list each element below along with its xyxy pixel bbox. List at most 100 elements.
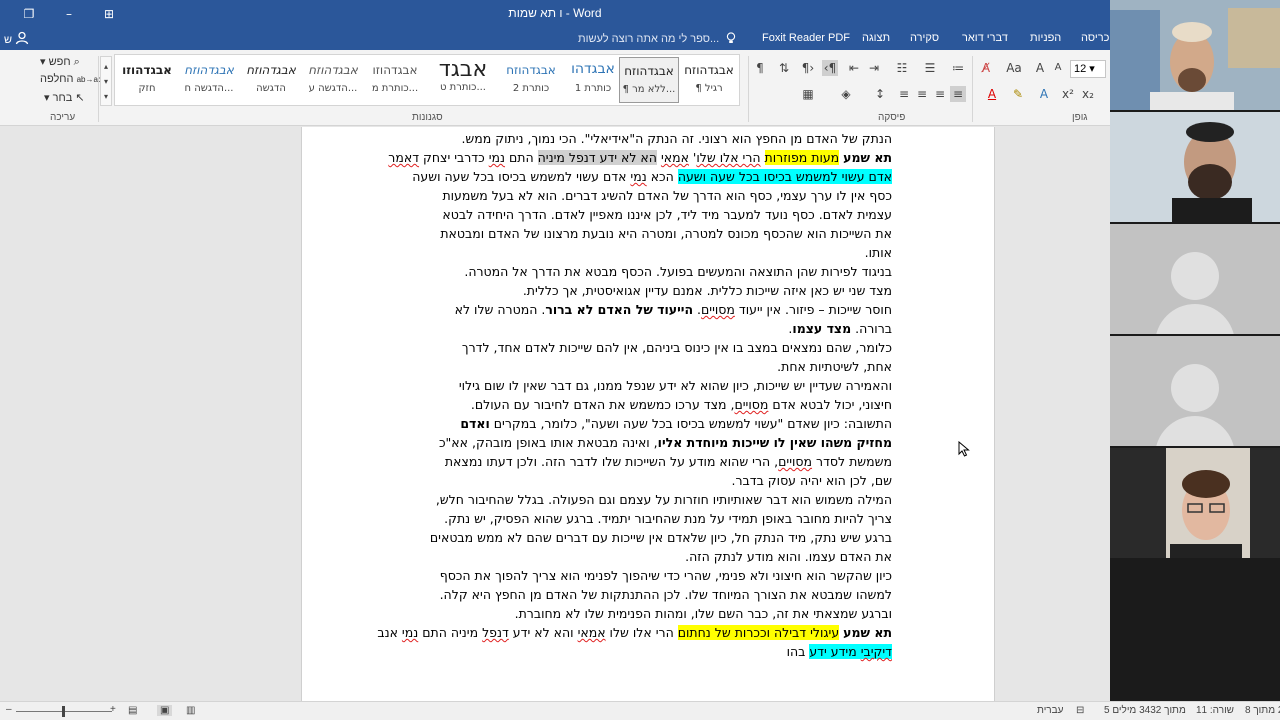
print-layout-icon[interactable]: ▣ — [157, 705, 173, 716]
video-call-panel — [1110, 0, 1280, 701]
tab-references[interactable]: הפניות — [1030, 32, 1061, 44]
align-left-icon[interactable]: ≡ — [914, 86, 930, 102]
text-run: אדם עשוי למשמש בכיסו בכל שעה ושעה — [412, 169, 631, 184]
bullet-list-icon[interactable]: ≔ — [950, 60, 966, 76]
document-line[interactable]: כיון שהקשר הוא חיצוני ולא פנימי, שהרי כד… — [406, 566, 892, 585]
track-changes-icon[interactable]: ⊟ — [1076, 705, 1084, 716]
document-line[interactable]: וברגע שמצאתי את זה, כבר השם שלו, ומהות ה… — [406, 604, 892, 623]
group-label-font: גופן — [1072, 112, 1088, 123]
document-line[interactable]: עצמית לאדם. כסף נועד למעבר מיד ליד, לכן … — [406, 205, 892, 224]
sort-icon[interactable]: ⇅ — [776, 60, 792, 76]
document-line[interactable]: כסף אין לו ערך עצמי, כסף הוא הדרך של האד… — [406, 186, 892, 205]
document-line[interactable]: מחזיק משהו שאין לו שייכות מיוחדת אליו, ו… — [406, 433, 892, 452]
document-line[interactable]: המילה משמוש הוא דבר שאותיותיו חוזרות על … — [406, 490, 892, 509]
document-text[interactable]: הנתק של האדם מן החפץ הוא רצוני. זה הנתק … — [377, 129, 892, 661]
change-case-icon[interactable]: Aa — [1006, 60, 1022, 76]
document-line[interactable]: ברגע שיש נתק, מיד הנתק חל, כיון שלאדם אי… — [406, 528, 892, 547]
read-mode-icon[interactable]: ▥ — [186, 705, 195, 716]
highlight-icon[interactable]: ✎ — [1010, 86, 1026, 102]
document-line[interactable]: למשהו שמבטא את הצורך המיוחד שלו. לכן ההת… — [406, 585, 892, 604]
tab-view[interactable]: תצוגה — [862, 32, 890, 44]
numbered-list-icon[interactable]: ☰ — [922, 60, 938, 76]
shrink-font-icon[interactable]: A — [1050, 60, 1066, 76]
web-layout-icon[interactable]: ▤ — [128, 705, 137, 716]
tab-layout[interactable]: כריסה — [1081, 32, 1109, 44]
style-normal[interactable]: אבגדהוזח ¶ רגיל — [679, 57, 739, 103]
document-line[interactable]: התשובה: כיון שאדם "עשוי למשמש בכיסו בכל … — [406, 414, 892, 433]
tell-me-box[interactable]: ספר לי מה אתה רוצה לעשות... — [578, 32, 736, 45]
participant-video-1[interactable] — [1110, 0, 1280, 110]
document-line[interactable]: אותו. — [406, 243, 892, 262]
line-spacing-icon[interactable]: ↕ — [872, 86, 888, 102]
participant-tile-4[interactable] — [1110, 336, 1280, 446]
status-word-count[interactable]: 5 מתוך 3432 מילים — [1104, 705, 1186, 716]
align-right-icon[interactable]: ≡ — [950, 86, 966, 102]
document-line[interactable]: את האדם עצמו. והוא מודע לנתק הזה. — [406, 547, 892, 566]
document-page[interactable]: הנתק של האדם מן החפץ הוא רצוני. זה הנתק … — [301, 127, 995, 701]
scroll-up-icon[interactable]: ▴ — [98, 59, 114, 75]
zoom-in-icon[interactable]: + — [110, 704, 116, 715]
share-button[interactable]: ש — [4, 31, 29, 46]
select-button[interactable]: ▾ בחר ↖ — [44, 91, 85, 104]
justify-icon[interactable]: ≡ — [896, 86, 912, 102]
status-page[interactable]: עמוד 2 מתוך 8 — [1245, 705, 1280, 716]
tab-foxit[interactable]: Foxit Reader PDF — [762, 32, 850, 44]
style-no-spacing[interactable]: אבגדהוזח ¶ ללא מר... — [619, 57, 679, 103]
font-color-icon[interactable]: A — [984, 86, 1000, 102]
document-line[interactable]: ברורה. מצד עצמו. — [406, 319, 892, 338]
document-line[interactable]: מצד שני יש כאן איזה שייכות כללית. אמנם ע… — [406, 281, 892, 300]
style-heading-2[interactable]: אבגדהוזח כותרת 2 — [501, 57, 561, 103]
clear-format-icon[interactable]: A̸ — [978, 60, 994, 76]
increase-indent-icon[interactable]: ⇥ — [866, 60, 882, 76]
document-line[interactable]: אחת, לשיטתיות אחת. — [406, 357, 892, 376]
ltr-direction-icon[interactable]: ¶› — [800, 60, 816, 76]
participant-video-2[interactable] — [1110, 112, 1280, 222]
document-line[interactable]: והאמירה שעדיין יש שייכות, כיון שהוא לא י… — [406, 376, 892, 395]
style-heading-1[interactable]: אבגדהו כותרת 1 — [563, 57, 623, 103]
document-line[interactable]: כלומר, שהם נמצאים במצב בו אין כינוס ביני… — [406, 338, 892, 357]
tab-mailings[interactable]: דברי דואר — [962, 32, 1008, 44]
decrease-indent-icon[interactable]: ⇤ — [846, 60, 862, 76]
replace-button[interactable]: החלפה ab→ac — [40, 73, 102, 85]
rtl-direction-icon[interactable]: ‹¶ — [822, 60, 838, 76]
font-size-field[interactable]: 12 ▾ — [1070, 60, 1106, 78]
document-line[interactable]: אדם עשוי למשמש בכיסו בכל שעה ושעה הכא נמ… — [406, 167, 892, 186]
status-line[interactable]: שורה: 11 — [1196, 705, 1234, 716]
style-strong[interactable]: אבגדהוזו חזק — [117, 57, 177, 103]
document-line[interactable]: צריך להיות מחובר באופן תמידי על מנת שהחי… — [406, 509, 892, 528]
document-line[interactable]: הנתק של האדם מן החפץ הוא רצוני. זה הנתק … — [406, 129, 892, 148]
align-center-icon[interactable]: ≡ — [932, 86, 948, 102]
zoom-out-icon[interactable]: – — [6, 704, 12, 715]
document-line[interactable]: תא שמע מעות מפוזרות הרי אלו שלו' אמאי הא… — [388, 148, 892, 167]
expand-gallery-icon[interactable]: ▾ — [98, 89, 114, 105]
show-marks-icon[interactable]: ¶ — [752, 60, 768, 76]
document-line[interactable]: דיקיבי מידע ידע בהו — [406, 642, 892, 661]
participant-tile-3[interactable] — [1110, 224, 1280, 334]
document-line[interactable]: חיצוני, יכול לבטא אדם מסויים, מצד ערכו כ… — [406, 395, 892, 414]
shading-icon[interactable]: ◈ — [838, 86, 854, 102]
find-button[interactable]: ▾ חפש ⌕ — [40, 55, 80, 69]
style-emphasis[interactable]: אבגדהוזח הדגשה — [241, 57, 301, 103]
document-line[interactable]: שם, לכן הוא יהיה עסוק בדבר. — [406, 471, 892, 490]
text-effects-icon[interactable]: A — [1036, 86, 1052, 102]
style-title[interactable]: אבגד כותרת ט... — [427, 57, 499, 103]
tab-review[interactable]: סקירה — [910, 32, 939, 44]
scroll-down-icon[interactable]: ▾ — [98, 74, 114, 90]
style-subtitle[interactable]: אבגדהוזו כותרת מ... — [365, 57, 425, 103]
status-language[interactable]: עברית — [1037, 705, 1063, 716]
style-intense-emphasis[interactable]: אבגדהוזח הדגשה ח... — [179, 57, 239, 103]
document-line[interactable]: תא שמע עיגולי דבילה וככרות של נחתום הרי … — [377, 623, 892, 642]
styles-scroll[interactable]: ▴ ▾ ▾ — [100, 56, 112, 106]
subscript-icon[interactable]: x₂ — [1080, 86, 1096, 102]
superscript-icon[interactable]: x² — [1060, 86, 1076, 102]
zoom-slider-thumb[interactable] — [62, 706, 65, 717]
participant-video-5[interactable] — [1110, 448, 1280, 558]
grow-font-icon[interactable]: A — [1032, 60, 1048, 76]
document-line[interactable]: משמשת לסדר מסויים, הרי שהוא מודע על השיי… — [406, 452, 892, 471]
document-line[interactable]: חוסר שייכות – פיזור. אין ייעוד מסויים. ה… — [406, 300, 892, 319]
document-line[interactable]: בניגוד לפירות שהן התוצאה והמעשים בפועל. … — [406, 262, 892, 281]
style-subtle-emphasis[interactable]: אבגדהוזח הדגשה ע... — [303, 57, 363, 103]
document-line[interactable]: את השייכות הוא שהכסף מכונס למטרה, ומטרה … — [406, 224, 892, 243]
multilevel-list-icon[interactable]: ☷ — [894, 60, 910, 76]
borders-icon[interactable]: ▦ — [800, 86, 816, 102]
